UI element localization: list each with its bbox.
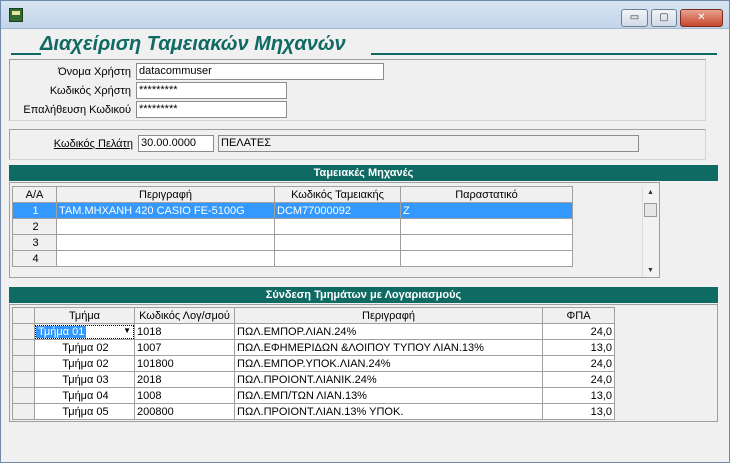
machine-document[interactable]: Z: [400, 202, 573, 219]
vat-value: 24,0: [542, 355, 615, 372]
page-header: Διαχείριση Ταμειακών Μηχανών: [8, 31, 722, 59]
department-dropdown[interactable]: Τμήμα 01 ▼: [35, 324, 134, 339]
maximize-button[interactable]: ▢: [651, 9, 677, 27]
table-row[interactable]: 1 ΤΑΜ.ΜΗΧΑΝΗ 420 CASIO FE-5100G DCM77000…: [12, 202, 573, 219]
row-selector[interactable]: [12, 371, 35, 388]
column-header-vat[interactable]: ΦΠΑ: [542, 307, 615, 324]
column-header-document[interactable]: Παραστατικό: [400, 186, 573, 203]
header-line-left: [11, 53, 41, 55]
table-row[interactable]: Τμήμα 05 200800 ΠΩΛ.ΠΡΟΙΟΝΤ.ΛΙΑΝ.13% ΥΠΟ…: [12, 403, 615, 420]
row-selector[interactable]: [12, 403, 35, 420]
password-field[interactable]: *********: [136, 82, 287, 99]
vat-value: 24,0: [542, 371, 615, 388]
customer-code-label[interactable]: Κωδικός Πελάτη: [21, 138, 133, 150]
machine-document[interactable]: [400, 250, 573, 267]
machine-description[interactable]: [56, 250, 275, 267]
departments-header-row: Τμήμα Κωδικός Λογ/σμού Περιγραφή ΦΠΑ: [12, 307, 615, 324]
vat-value: 13,0: [542, 403, 615, 420]
account-code[interactable]: 1008: [134, 387, 235, 404]
scroll-thumb[interactable]: [644, 203, 657, 217]
machine-code[interactable]: [274, 234, 401, 251]
machine-description[interactable]: [56, 234, 275, 251]
machines-scrollbar[interactable]: ▲ ▼: [642, 187, 658, 277]
machine-document[interactable]: [400, 234, 573, 251]
title-bar[interactable]: ▭ ▢ ✕: [1, 1, 729, 29]
table-row[interactable]: Τμήμα 02 1007 ΠΩΛ.ΕΦΗΜΕΡΙΔΩΝ &ΛΟΙΠΟΥ ΤΥΠ…: [12, 339, 615, 356]
department-cell[interactable]: Τμήμα 04: [34, 387, 135, 404]
row-selector[interactable]: [12, 355, 35, 372]
department-cell[interactable]: Τμήμα 02: [34, 339, 135, 356]
scroll-up-icon[interactable]: ▲: [643, 187, 658, 199]
scroll-down-icon[interactable]: ▼: [643, 265, 658, 277]
confirm-password-label: Επαλήθευση Κωδικού: [23, 104, 131, 116]
department-cell[interactable]: Τμήμα 02: [34, 355, 135, 372]
column-header-description[interactable]: Περιγραφή: [56, 186, 275, 203]
row-selector-header: [12, 307, 35, 324]
department-dropdown-value: Τμήμα 01: [36, 325, 87, 338]
vat-value: 13,0: [542, 339, 615, 356]
table-row[interactable]: Τμήμα 02 101800 ΠΩΛ.ΕΜΠΟΡ.ΥΠΟΚ.ΛΙΑΝ.24% …: [12, 355, 615, 372]
account-description: ΠΩΛ.ΕΜΠΟΡ.ΛΙΑΝ.24%: [234, 323, 543, 340]
machine-description[interactable]: [56, 218, 275, 235]
account-description: ΠΩΛ.ΠΡΟΙΟΝΤ.ΛΙΑΝ.13% ΥΠΟΚ.: [234, 403, 543, 420]
column-header-description[interactable]: Περιγραφή: [234, 307, 543, 324]
row-number: 4: [12, 250, 57, 267]
table-row[interactable]: 4: [12, 250, 573, 267]
machine-code[interactable]: [274, 250, 401, 267]
page-title: Διαχείριση Ταμειακών Μηχανών: [40, 33, 346, 55]
table-row[interactable]: Τμήμα 01 ▼ 1018 ΠΩΛ.ΕΜΠΟΡ.ΛΙΑΝ.24% 24,0: [12, 323, 615, 340]
customer-name-field: ΠΕΛΑΤΕΣ: [218, 135, 639, 152]
column-header-department[interactable]: Τμήμα: [34, 307, 135, 324]
confirm-password-field[interactable]: *********: [136, 101, 287, 118]
department-cell[interactable]: Τμήμα 05: [34, 403, 135, 420]
table-row[interactable]: Τμήμα 04 1008 ΠΩΛ.ΕΜΠ/ΤΩΝ ΛΙΑΝ.13% 13,0: [12, 387, 615, 404]
machines-section-title: Ταμειακές Μηχανές: [9, 165, 718, 181]
machine-code[interactable]: DCM77000092: [274, 202, 401, 219]
chevron-down-icon[interactable]: ▼: [123, 326, 131, 335]
machines-grid: Α/Α Περιγραφή Κωδικός Ταμειακής Παραστατ…: [9, 182, 660, 278]
account-code[interactable]: 2018: [134, 371, 235, 388]
departments-section-title: Σύνδεση Τμημάτων με Λογαριασμούς: [9, 287, 718, 303]
department-cell[interactable]: Τμήμα 03: [34, 371, 135, 388]
account-description: ΠΩΛ.ΕΦΗΜΕΡΙΔΩΝ &ΛΟΙΠΟΥ ΤΥΠΟΥ ΛΙΑΝ.13%: [234, 339, 543, 356]
row-selector[interactable]: [12, 387, 35, 404]
account-code[interactable]: 101800: [134, 355, 235, 372]
row-number: 3: [12, 234, 57, 251]
row-selector[interactable]: [12, 323, 35, 340]
departments-grid: Τμήμα Κωδικός Λογ/σμού Περιγραφή ΦΠΑ Τμή…: [9, 304, 718, 422]
row-number: 1: [12, 202, 57, 219]
minimize-button[interactable]: ▭: [621, 9, 648, 27]
machine-description[interactable]: ΤΑΜ.ΜΗΧΑΝΗ 420 CASIO FE-5100G: [56, 202, 275, 219]
department-cell[interactable]: Τμήμα 01 ▼: [34, 323, 135, 340]
machine-code[interactable]: [274, 218, 401, 235]
column-header-aa[interactable]: Α/Α: [12, 186, 57, 203]
account-description: ΠΩΛ.ΕΜΠ/ΤΩΝ ΛΙΑΝ.13%: [234, 387, 543, 404]
account-description: ΠΩΛ.ΕΜΠΟΡ.ΥΠΟΚ.ΛΙΑΝ.24%: [234, 355, 543, 372]
vat-value: 24,0: [542, 323, 615, 340]
account-code[interactable]: 200800: [134, 403, 235, 420]
main-window: ▭ ▢ ✕ Διαχείριση Ταμειακών Μηχανών Όνομα…: [0, 0, 730, 463]
table-row[interactable]: 2: [12, 218, 573, 235]
row-selector[interactable]: [12, 339, 35, 356]
username-label: Όνομα Χρήστη: [58, 66, 131, 78]
machines-table: Α/Α Περιγραφή Κωδικός Ταμειακής Παραστατ…: [12, 186, 573, 267]
close-button[interactable]: ✕: [680, 9, 723, 27]
username-field[interactable]: datacommuser: [136, 63, 384, 80]
column-header-account-code[interactable]: Κωδικός Λογ/σμού: [134, 307, 235, 324]
account-code[interactable]: 1007: [134, 339, 235, 356]
app-icon: [9, 8, 23, 22]
row-number: 2: [12, 218, 57, 235]
departments-table: Τμήμα Κωδικός Λογ/σμού Περιγραφή ΦΠΑ Τμή…: [12, 307, 615, 420]
account-description: ΠΩΛ.ΠΡΟΙΟΝΤ.ΛΙΑΝΙΚ.24%: [234, 371, 543, 388]
table-row[interactable]: Τμήμα 03 2018 ΠΩΛ.ΠΡΟΙΟΝΤ.ΛΙΑΝΙΚ.24% 24,…: [12, 371, 615, 388]
machines-header-row: Α/Α Περιγραφή Κωδικός Ταμειακής Παραστατ…: [12, 186, 573, 203]
header-line-right: [371, 53, 717, 55]
customer-code-field[interactable]: 30.00.0000: [138, 135, 214, 152]
machine-document[interactable]: [400, 218, 573, 235]
vat-value: 13,0: [542, 387, 615, 404]
password-label: Κωδικός Χρήστη: [49, 85, 131, 97]
table-row[interactable]: 3: [12, 234, 573, 251]
account-code[interactable]: 1018: [134, 323, 235, 340]
column-header-register-code[interactable]: Κωδικός Ταμειακής: [274, 186, 401, 203]
